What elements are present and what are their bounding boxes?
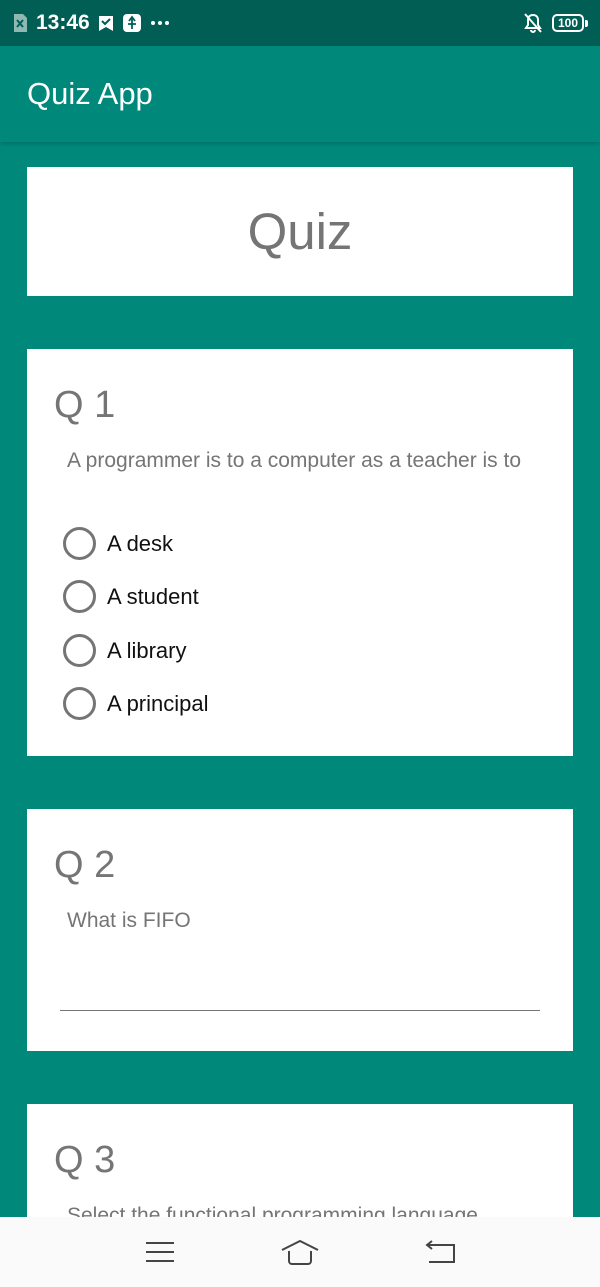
option-label: A desk xyxy=(107,530,174,556)
battery-level: 100 xyxy=(551,14,584,32)
status-left: 13:46 xyxy=(12,11,170,35)
option-a-library[interactable]: A library xyxy=(63,634,186,667)
option-a-desk[interactable]: A desk xyxy=(63,527,173,560)
radio-button[interactable] xyxy=(63,580,96,613)
question-text: Select the functional programming langua… xyxy=(67,1204,478,1217)
question-number: Q 3 xyxy=(54,1139,116,1181)
more-dots-icon xyxy=(150,20,170,26)
status-right: 100 xyxy=(524,13,588,33)
system-nav-bar xyxy=(0,1217,600,1287)
check-shield-icon xyxy=(98,13,114,33)
usb-icon xyxy=(122,13,142,33)
question-number: Q 1 xyxy=(54,384,116,426)
question-text: A programmer is to a computer as a teach… xyxy=(67,449,522,472)
quiz-title: Quiz xyxy=(247,203,353,260)
quiz-header-card: Quiz xyxy=(27,167,573,296)
question-number: Q 2 xyxy=(54,844,116,886)
battery-icon: 100 xyxy=(551,14,588,32)
question-text: What is FIFO xyxy=(67,909,191,932)
radio-button[interactable] xyxy=(63,527,96,560)
option-a-student[interactable]: A student xyxy=(63,580,199,613)
back-icon[interactable] xyxy=(410,1227,470,1277)
answer-input[interactable] xyxy=(60,977,540,1011)
home-icon[interactable] xyxy=(270,1227,330,1277)
menu-icon[interactable] xyxy=(130,1227,190,1277)
option-label: A library xyxy=(107,637,187,663)
question-card-1: Q 1 A programmer is to a computer as a t… xyxy=(27,349,573,756)
status-time: 13:46 xyxy=(36,11,90,34)
option-label: A student xyxy=(107,583,199,609)
option-label: A principal xyxy=(107,690,209,716)
question-card-2: Q 2 What is FIFO xyxy=(27,809,573,1051)
radio-button[interactable] xyxy=(63,634,96,667)
sim-x-icon xyxy=(12,13,28,33)
option-a-principal[interactable]: A principal xyxy=(63,687,209,720)
question-card-3: Q 3 Select the functional programming la… xyxy=(27,1104,573,1217)
bell-off-icon xyxy=(524,13,542,33)
status-bar: 13:46 100 xyxy=(0,0,600,46)
app-title: Quiz App xyxy=(27,76,153,111)
quiz-scroll-area[interactable]: Quiz Q 1 A programmer is to a computer a… xyxy=(0,142,600,1217)
radio-button[interactable] xyxy=(63,687,96,720)
app-bar: Quiz App xyxy=(0,46,600,142)
